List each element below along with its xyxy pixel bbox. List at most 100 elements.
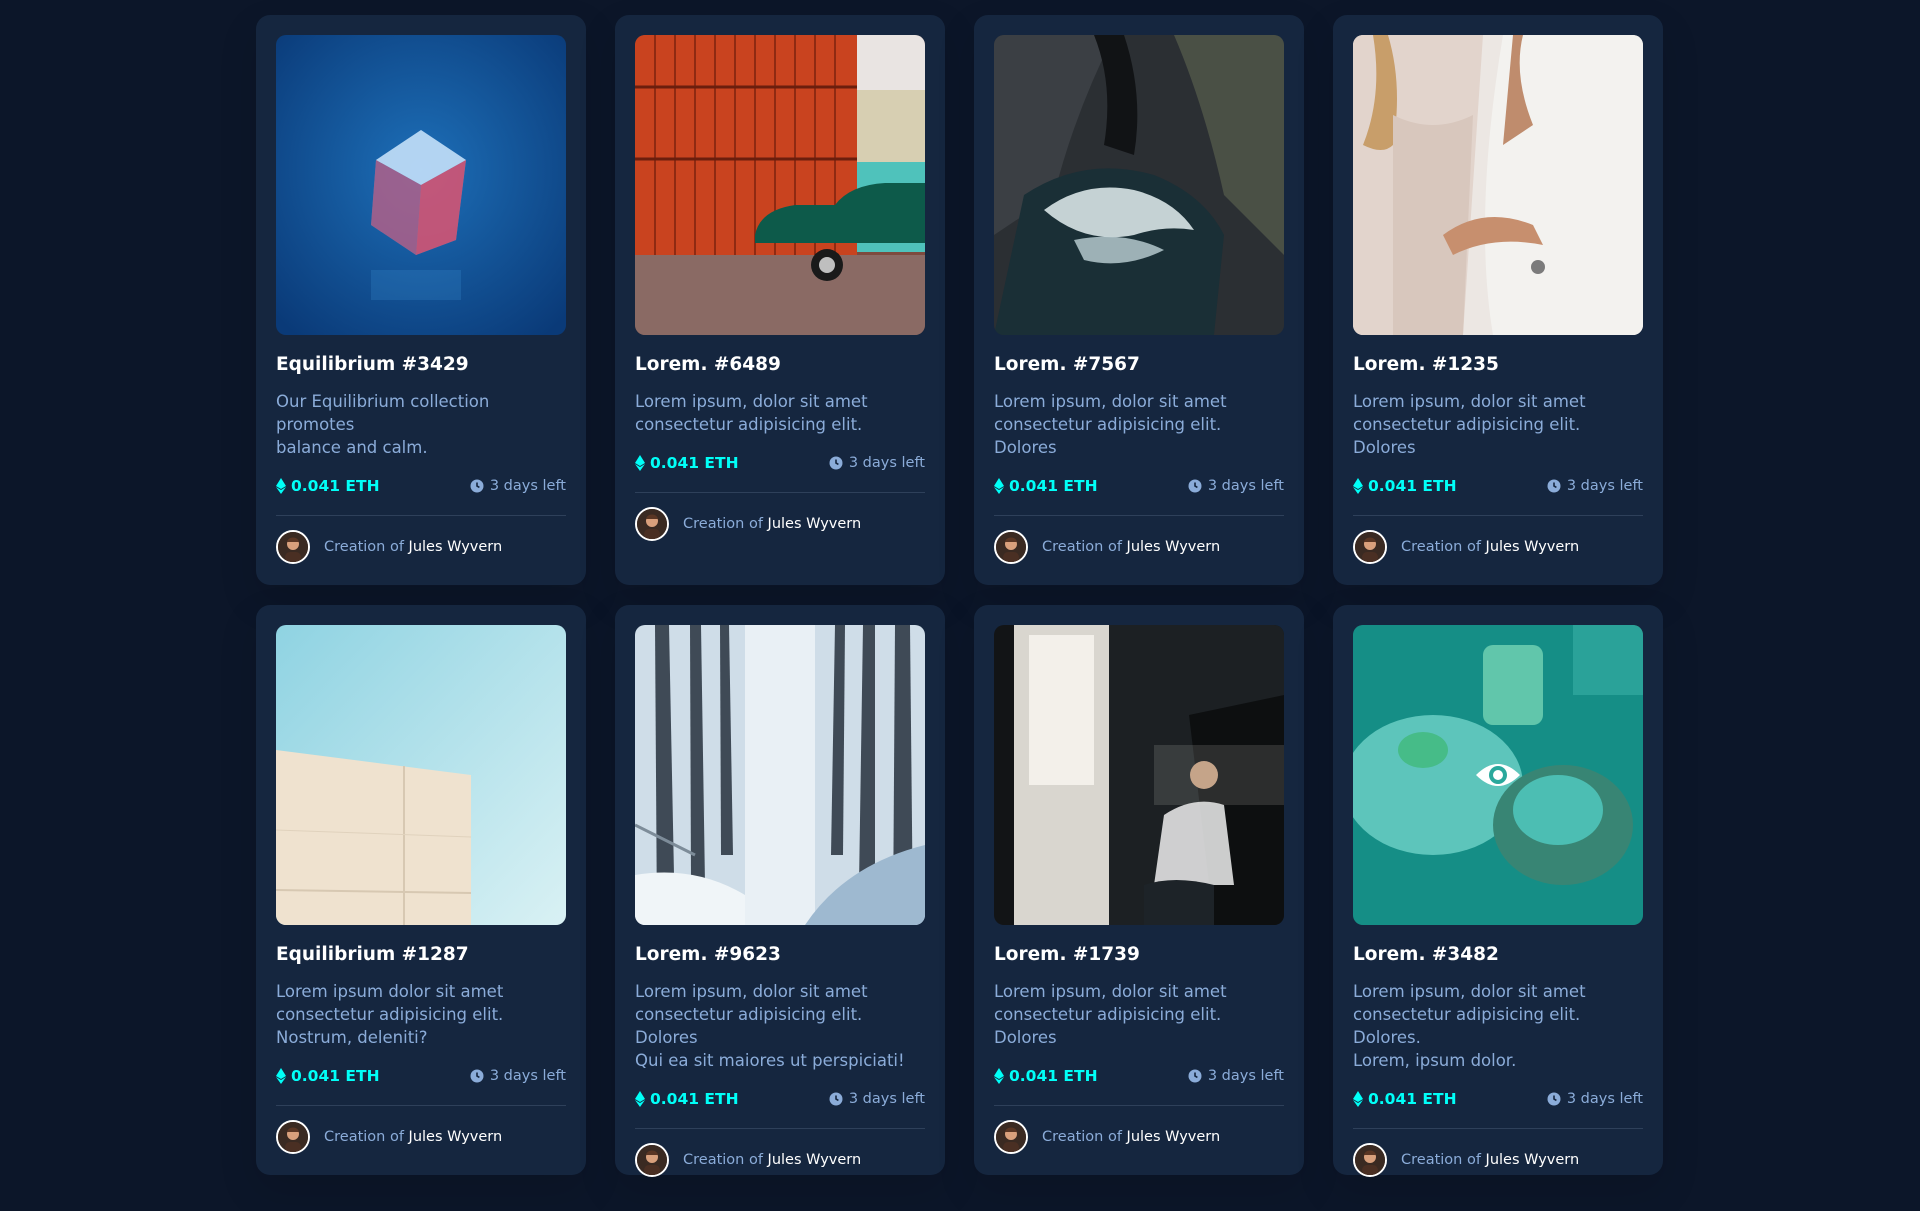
price-value: 0.041 ETH bbox=[1368, 1090, 1457, 1109]
creator-avatar bbox=[635, 507, 669, 542]
nft-image[interactable] bbox=[994, 35, 1284, 335]
creator-name-link[interactable]: Jules Wyvern bbox=[768, 1152, 862, 1168]
nft-creator: Creation of Jules Wyvern bbox=[1353, 1143, 1643, 1178]
nft-creator: Creation of Jules Wyvern bbox=[994, 530, 1284, 565]
nft-price: 0.041 ETH bbox=[276, 477, 380, 495]
nft-creator: Creation of Jules Wyvern bbox=[276, 1120, 566, 1155]
nft-price: 0.041 ETH bbox=[276, 1067, 380, 1085]
nft-image[interactable] bbox=[994, 625, 1284, 925]
creator-text: Creation of Jules Wyvern bbox=[324, 1129, 502, 1145]
time-left-text: 3 days left bbox=[489, 478, 566, 495]
image-hover-overlay[interactable] bbox=[1353, 625, 1643, 925]
nft-creator: Creation of Jules Wyvern bbox=[635, 1143, 925, 1178]
creator-text: Creation of Jules Wyvern bbox=[1401, 539, 1579, 555]
creator-text: Creation of Jules Wyvern bbox=[324, 539, 502, 555]
creator-name-link[interactable]: Jules Wyvern bbox=[1127, 1129, 1221, 1145]
creator-text: Creation of Jules Wyvern bbox=[1042, 1129, 1220, 1145]
time-left-text: 3 days left bbox=[1566, 478, 1643, 495]
nft-time-left: 3 days left bbox=[470, 1068, 566, 1084]
ethereum-icon bbox=[994, 478, 1004, 495]
nft-price: 0.041 ETH bbox=[994, 1067, 1098, 1085]
creator-text: Creation of Jules Wyvern bbox=[1042, 539, 1220, 555]
clock-icon bbox=[470, 1069, 484, 1083]
nft-card: Lorem. #6489 Lorem ipsum, dolor sit amet… bbox=[615, 15, 945, 585]
nft-price: 0.041 ETH bbox=[635, 454, 739, 472]
nft-title[interactable]: Lorem. #1739 bbox=[994, 944, 1284, 966]
ethereum-icon bbox=[635, 455, 645, 472]
nft-card: Lorem. #9623 Lorem ipsum, dolor sit amet… bbox=[615, 605, 945, 1178]
nft-image[interactable] bbox=[1353, 35, 1643, 335]
nft-time-left: 3 days left bbox=[1188, 1068, 1284, 1084]
containers-car-image bbox=[635, 35, 925, 335]
creator-label: Creation of bbox=[1042, 1129, 1122, 1146]
nft-title[interactable]: Lorem. #9623 bbox=[635, 944, 925, 966]
creator-avatar bbox=[635, 1143, 669, 1178]
creator-avatar bbox=[1353, 530, 1387, 565]
price-value: 0.041 ETH bbox=[1009, 477, 1098, 496]
nft-meta: 0.041 ETH 3 days left bbox=[635, 454, 925, 494]
time-left-text: 3 days left bbox=[848, 1091, 925, 1108]
creator-avatar bbox=[276, 530, 310, 565]
clock-icon bbox=[470, 479, 484, 493]
price-value: 0.041 ETH bbox=[1368, 477, 1457, 496]
ethereum-icon bbox=[635, 1091, 645, 1108]
creator-label: Creation of bbox=[324, 539, 404, 556]
nft-description: Lorem ipsum, dolor sit amet consectetur … bbox=[635, 982, 905, 1071]
clock-icon bbox=[1188, 1069, 1202, 1083]
crystal-cube-image bbox=[276, 35, 566, 335]
nft-creator: Creation of Jules Wyvern bbox=[635, 507, 925, 542]
nft-price: 0.041 ETH bbox=[1353, 1090, 1457, 1108]
sea-cave-image bbox=[994, 35, 1284, 335]
creator-name-link[interactable]: Jules Wyvern bbox=[1127, 539, 1221, 555]
nft-meta: 0.041 ETH 3 days left bbox=[276, 1067, 566, 1107]
nft-image[interactable] bbox=[635, 625, 925, 925]
nft-time-left: 3 days left bbox=[1547, 1091, 1643, 1107]
nft-image[interactable] bbox=[276, 35, 566, 335]
creator-label: Creation of bbox=[683, 1152, 763, 1169]
clock-icon bbox=[1547, 1092, 1561, 1106]
nft-image[interactable] bbox=[635, 35, 925, 335]
creator-avatar bbox=[994, 1120, 1028, 1155]
creator-label: Creation of bbox=[1042, 539, 1122, 556]
nft-title[interactable]: Lorem. #7567 bbox=[994, 354, 1284, 376]
couple-image bbox=[1353, 35, 1643, 335]
time-left-text: 3 days left bbox=[489, 1068, 566, 1085]
nft-image[interactable] bbox=[276, 625, 566, 925]
clock-icon bbox=[829, 456, 843, 470]
nft-card: Equilibrium #3429 Our Equilibrium collec… bbox=[256, 15, 586, 585]
nft-meta: 0.041 ETH 3 days left bbox=[1353, 477, 1643, 517]
nft-title[interactable]: Lorem. #1235 bbox=[1353, 354, 1643, 376]
nft-title[interactable]: Equilibrium #3429 bbox=[276, 354, 566, 376]
nft-card: Lorem. #3482 Lorem ipsum, dolor sit amet… bbox=[1333, 605, 1663, 1178]
price-value: 0.041 ETH bbox=[291, 477, 380, 496]
creator-text: Creation of Jules Wyvern bbox=[683, 1152, 861, 1168]
creator-label: Creation of bbox=[1401, 1152, 1481, 1169]
price-value: 0.041 ETH bbox=[291, 1067, 380, 1086]
snowy-forest-image bbox=[635, 625, 925, 925]
creator-label: Creation of bbox=[324, 1129, 404, 1146]
nft-card: Lorem. #1739 Lorem ipsum, dolor sit amet… bbox=[974, 605, 1304, 1175]
creator-name-link[interactable]: Jules Wyvern bbox=[768, 516, 862, 532]
nft-price: 0.041 ETH bbox=[994, 477, 1098, 495]
creator-text: Creation of Jules Wyvern bbox=[683, 516, 861, 532]
clock-icon bbox=[1547, 479, 1561, 493]
creator-name-link[interactable]: Jules Wyvern bbox=[1486, 1152, 1580, 1168]
eye-icon bbox=[1476, 764, 1520, 786]
creator-avatar bbox=[1353, 1143, 1387, 1178]
price-value: 0.041 ETH bbox=[650, 1090, 739, 1109]
nft-description: Lorem ipsum dolor sit amet consectetur a… bbox=[276, 982, 504, 1048]
creator-name-link[interactable]: Jules Wyvern bbox=[1486, 539, 1580, 555]
nft-meta: 0.041 ETH 3 days left bbox=[276, 477, 566, 517]
creator-name-link[interactable]: Jules Wyvern bbox=[409, 539, 503, 555]
price-value: 0.041 ETH bbox=[1009, 1067, 1098, 1086]
nft-image[interactable] bbox=[1353, 625, 1643, 925]
nft-title[interactable]: Equilibrium #1287 bbox=[276, 944, 566, 966]
creator-label: Creation of bbox=[1401, 539, 1481, 556]
creator-name-link[interactable]: Jules Wyvern bbox=[409, 1129, 503, 1145]
nft-time-left: 3 days left bbox=[470, 478, 566, 494]
nft-description: Lorem ipsum, dolor sit amet consectetur … bbox=[1353, 392, 1586, 458]
nft-title[interactable]: Lorem. #6489 bbox=[635, 354, 925, 376]
ethereum-icon bbox=[994, 1068, 1004, 1085]
nft-creator: Creation of Jules Wyvern bbox=[1353, 530, 1643, 565]
nft-title[interactable]: Lorem. #3482 bbox=[1353, 944, 1643, 966]
